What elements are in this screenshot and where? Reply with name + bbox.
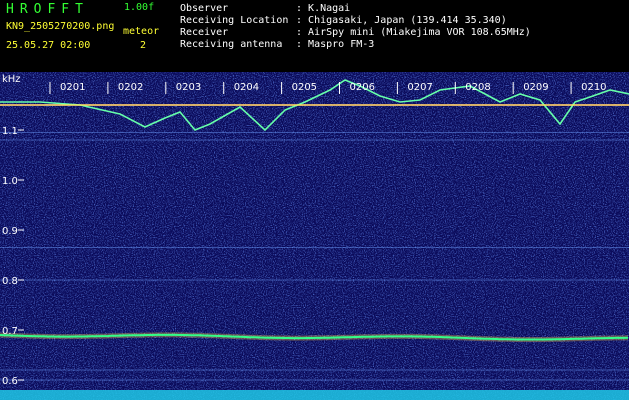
y-tick-label: 0.7 — [2, 326, 18, 337]
time-label: 0210 — [581, 82, 606, 93]
time-label: 0201 — [60, 82, 85, 93]
app-version: 1.00f — [124, 2, 155, 13]
antenna-text: Maspro FM-3 — [308, 39, 375, 50]
header-panel: HROFFT 1.00f KN9_2505270200.png meteor 2… — [0, 0, 629, 72]
time-label: 0203 — [176, 82, 201, 93]
receiver-value: : AirSpy mini (Miakejima VOR 108.65MHz) — [296, 27, 531, 38]
observation-datetime: 25.05.27 02:00 — [6, 40, 91, 51]
frequency-unit: kHz — [2, 74, 21, 85]
receiver-label: Receiver — [180, 27, 229, 38]
y-tick-label: 1.1 — [2, 126, 18, 137]
location-value: : Chigasaki, Japan (139.414 35.340) — [296, 15, 507, 26]
location-label: Receiving Location — [180, 15, 289, 26]
bottom-noise-floor — [0, 390, 629, 400]
antenna-value: : Maspro FM-3 — [296, 39, 375, 50]
app-logo: HROFFT — [6, 2, 89, 17]
receiver-text: AirSpy mini (Miakejima VOR 108.65MHz) — [308, 27, 531, 38]
y-tick-label: 0.6 — [2, 376, 18, 387]
time-label: 0202 — [118, 82, 143, 93]
y-tick-label: 0.9 — [2, 226, 18, 237]
spectrogram-noise — [0, 72, 629, 400]
observer-value: : K.Nagai — [296, 3, 351, 14]
location-text: Chigasaki, Japan (139.414 35.340) — [308, 15, 507, 26]
antenna-label: Receiving antenna — [180, 39, 283, 50]
spectrogram: 1.1 1.0 0.9 0.8 0.7 0.6 0201 0202 0203 0204 0205 0… — [0, 72, 629, 400]
y-tick-label: 1.0 — [2, 176, 18, 187]
observer-name: K.Nagai — [308, 3, 351, 14]
time-label: 0205 — [292, 82, 317, 93]
time-label: 0208 — [465, 82, 490, 93]
time-label: 0206 — [350, 82, 375, 93]
time-label: 0207 — [407, 82, 432, 93]
meteor-count: 2 — [140, 40, 147, 51]
time-label: 0204 — [234, 82, 259, 93]
file-name: KN9_2505270200.png — [6, 21, 115, 32]
time-label: 0209 — [523, 82, 548, 93]
y-tick-label: 0.8 — [2, 276, 18, 287]
meteor-label: meteor — [123, 26, 160, 37]
observer-label: Observer — [180, 3, 229, 14]
